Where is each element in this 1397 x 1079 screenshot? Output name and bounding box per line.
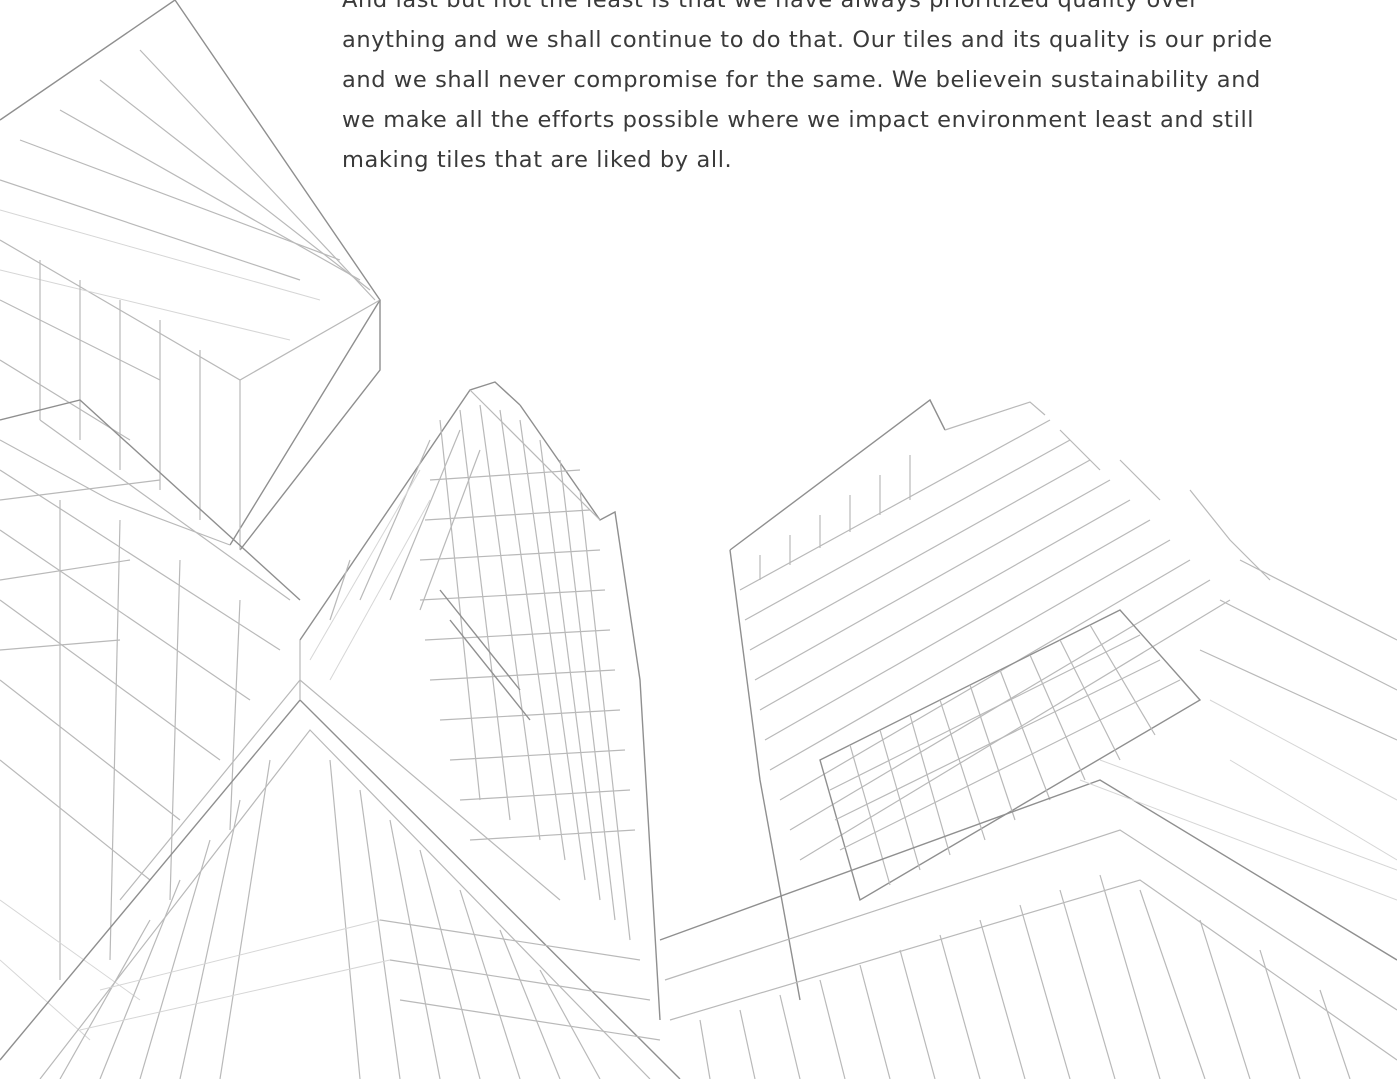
paragraph-line: making tiles that are liked by all. [342, 147, 733, 173]
podium-building-sketch [0, 640, 681, 1079]
paragraph-line: we make all the efforts possible where w… [342, 107, 1255, 133]
paragraph-line: And last but not the least is that we ha… [342, 0, 1200, 13]
left-tower-sketch [0, 0, 381, 1041]
right-tower-sketch [729, 398, 1397, 1001]
paragraph-line: anything and we shall continue to do tha… [342, 27, 1273, 53]
center-tower-sketch [299, 381, 661, 1021]
right-podium-sketch [659, 759, 1397, 1079]
paragraph-line: and we shall never compromise for the sa… [342, 67, 1261, 93]
about-quality-paragraph: And last but not the least is that we ha… [342, 0, 1372, 180]
